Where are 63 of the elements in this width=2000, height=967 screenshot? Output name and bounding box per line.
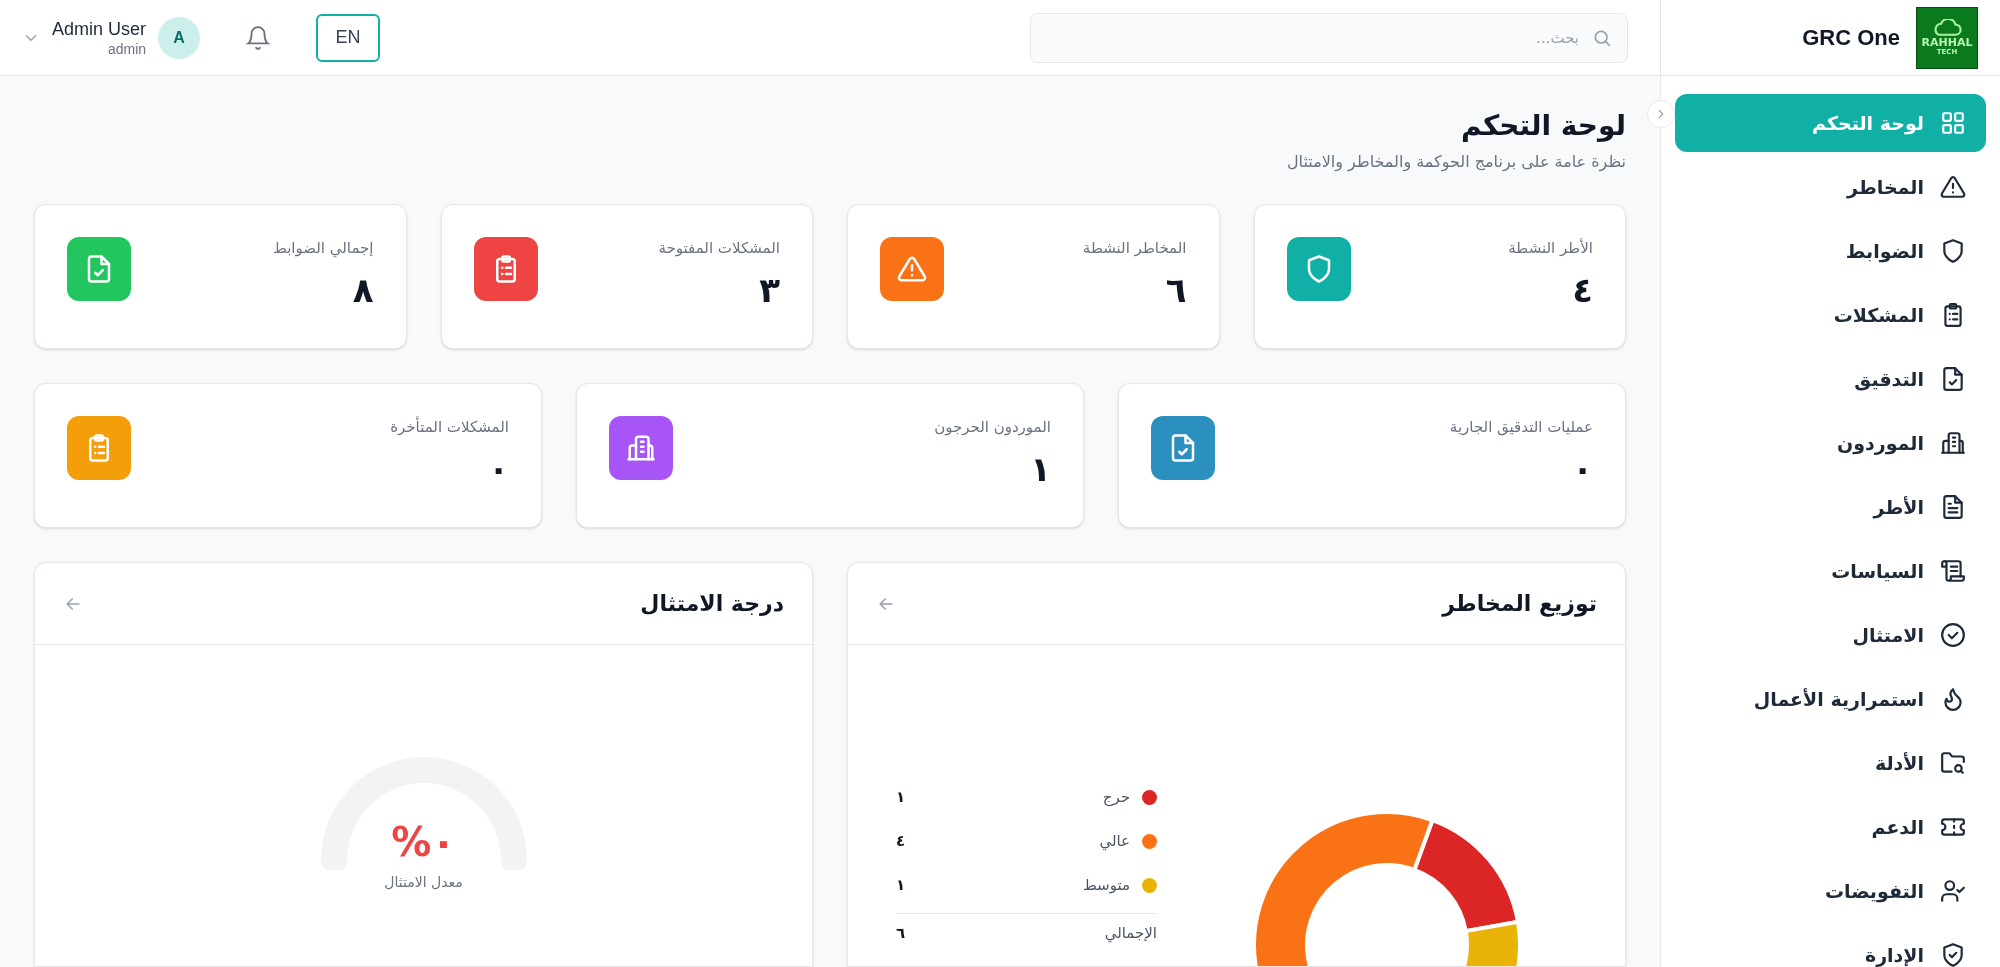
stat-value: ١ [1029,448,1051,489]
building-icon [1940,430,1966,456]
search-field[interactable]: بحث... [1030,12,1628,63]
stat-label: عمليات التدقيق الجارية [1449,417,1593,438]
logo-text: RAHHAL [1921,37,1973,48]
warning-icon [897,254,927,284]
stat-value: ٨ [351,269,374,310]
building-icon [626,433,656,463]
page-subtitle: نظرة عامة على برنامج الحوكمة والمخاطر والامتثال [1286,151,1626,174]
nav-item[interactable]: الضوابط [1675,222,1986,280]
stat-label: المخاطر النشطة [1082,238,1187,259]
legend-label: حرج [1102,786,1130,809]
legend-label: متوسط [1082,874,1130,896]
grid-icon [1940,110,1966,136]
folder-search-icon [1940,750,1966,776]
bell-icon [245,24,272,51]
compliance-percent: ٠% [391,820,456,864]
file-check-icon [1940,366,1966,392]
stat-value: ٠ [1571,448,1593,489]
stat-value: ٣ [758,269,780,310]
total-label: الإجمالي [1104,923,1157,945]
panel-title: توزيع المخاطر [1442,590,1597,619]
brand-name: GRC One [1802,24,1900,52]
stat-label: الموردون الحرجون [934,417,1051,438]
nav-item[interactable]: الدعم [1675,798,1986,856]
shield-icon [1940,238,1966,264]
nav-item[interactable]: الإدارة [1675,926,1986,967]
legend-count: ١ [896,786,906,808]
warning-icon [1940,174,1966,200]
user-avatar[interactable]: A [158,16,201,59]
nav-item[interactable]: الموردون [1675,414,1986,472]
legend-count: ٤ [896,830,906,852]
stat-label: إجمالي الضوابط [272,238,374,260]
collapse-toggle[interactable] [1647,100,1675,128]
nav-item[interactable]: الأدلة [1675,734,1986,792]
stat-label: المشكلات المفتوحة [658,238,780,259]
nav-item[interactable]: الأطر [1675,478,1986,536]
stat-value: ٠ [487,448,509,489]
legend-count: ١ [896,874,906,896]
shield-check-icon [1940,942,1966,967]
user-check-icon [1940,878,1966,904]
nav-item[interactable]: التدقيق [1675,350,1986,408]
check-circle-icon [1940,622,1966,648]
document-icon [1940,494,1966,520]
nav-item[interactable]: المخاطر [1675,158,1986,216]
stat-label: المشكلات المتأخرة [390,416,509,438]
user-name: Admin User [52,17,147,40]
gauge-caption: معدل الامتثال [384,873,463,892]
language-button[interactable]: EN [316,13,381,62]
stat-value: ٤ [1571,269,1593,310]
total-count: ٦ [896,923,906,945]
panel-title: درجة الامتثال [640,590,784,618]
nav-item[interactable]: استمرارية الأعمال [1675,670,1986,728]
stat-value: ٦ [1164,269,1187,310]
scroll-icon [1940,558,1966,584]
nav-item[interactable]: السياسات [1675,542,1986,600]
stat-label: الأطر النشطة [1508,237,1593,259]
user-role: admin [107,39,147,58]
nav-item[interactable]: المشكلات [1675,286,1986,344]
legend-label: عالي [1099,830,1130,853]
nav-item[interactable]: التفويضات [1675,862,1986,920]
nav-item[interactable]: الامتثال [1675,606,1986,664]
page-title: لوحة التحكم [1460,108,1626,144]
